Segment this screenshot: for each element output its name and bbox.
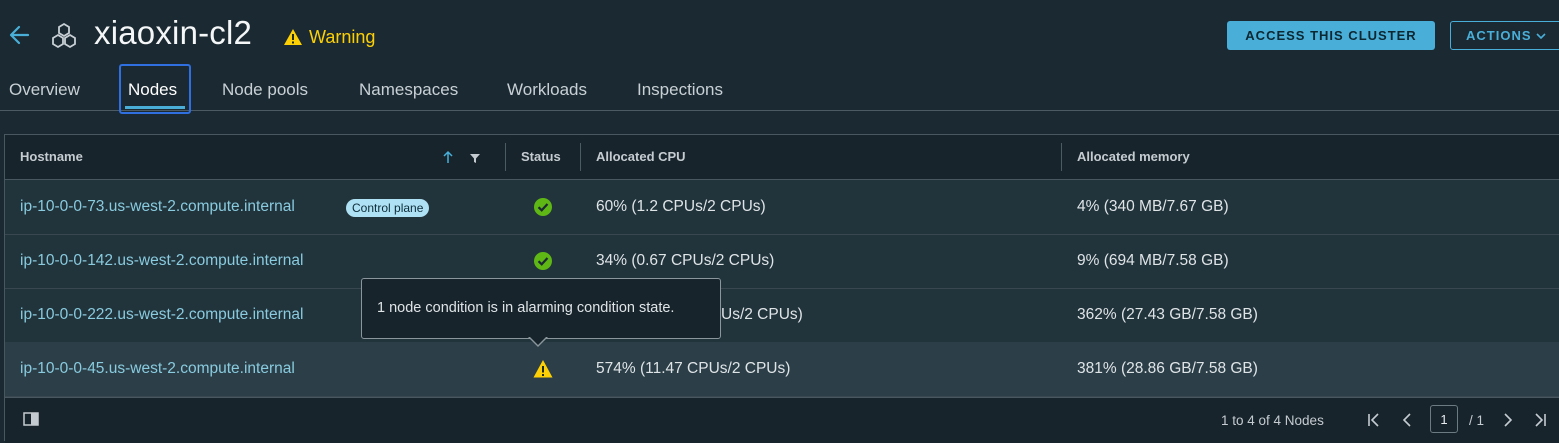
- back-arrow-icon[interactable]: [8, 20, 32, 50]
- column-header-hostname[interactable]: Hostname: [20, 149, 83, 164]
- filter-icon[interactable]: [469, 152, 481, 164]
- allocated-cpu-value: Us/2 CPUs): [721, 306, 803, 323]
- first-page-icon[interactable]: [1365, 411, 1383, 429]
- hostname-link[interactable]: ip-10-0-0-73.us-west-2.compute.internal: [20, 198, 295, 216]
- previous-page-icon[interactable]: [1398, 411, 1416, 429]
- allocated-memory-value: 381% (28.86 GB/7.58 GB): [1077, 360, 1258, 377]
- cluster-icon: [52, 22, 76, 49]
- page-total: / 1: [1469, 413, 1485, 428]
- active-tab-indicator: [125, 106, 185, 109]
- tab-node-pools[interactable]: Node pools: [222, 80, 308, 100]
- allocated-cpu-value: 574% (11.47 CPUs/2 CPUs): [596, 360, 791, 377]
- status-label: Warning: [309, 26, 376, 47]
- sort-ascending-icon[interactable]: [442, 150, 454, 164]
- success-check-icon: [534, 252, 552, 270]
- page-number-input[interactable]: [1430, 405, 1458, 433]
- tab-workloads[interactable]: Workloads: [507, 80, 587, 100]
- success-check-icon: [534, 198, 552, 216]
- column-header-allocated-memory[interactable]: Allocated memory: [1077, 149, 1190, 164]
- column-separator[interactable]: [505, 143, 506, 171]
- table-header: Hostname Status Allocated CPU Allocated …: [5, 135, 1559, 180]
- page-header: xiaoxin-cl2 Warning ACCESS THIS CLUSTER …: [0, 0, 1559, 70]
- actions-label: ACTIONS: [1466, 28, 1532, 43]
- allocated-cpu-value: 34% (0.67 CPUs/2 CPUs): [596, 252, 775, 269]
- table-row[interactable]: ip-10-0-0-222.us-west-2.compute.internal…: [5, 288, 1559, 343]
- cluster-status: Warning: [283, 26, 375, 48]
- column-header-allocated-cpu[interactable]: Allocated CPU: [596, 149, 686, 164]
- last-page-icon[interactable]: [1531, 411, 1549, 429]
- next-page-icon[interactable]: [1499, 411, 1517, 429]
- hostname-link[interactable]: ip-10-0-0-45.us-west-2.compute.internal: [20, 360, 295, 378]
- warning-icon[interactable]: [533, 359, 553, 379]
- tooltip-arrow-inner: [529, 336, 547, 345]
- tab-nodes[interactable]: Nodes: [119, 64, 191, 114]
- allocated-memory-value: 4% (340 MB/7.67 GB): [1077, 198, 1229, 215]
- tab-namespaces[interactable]: Namespaces: [359, 80, 458, 100]
- table-row[interactable]: ip-10-0-0-142.us-west-2.compute.internal…: [5, 234, 1559, 289]
- table-footer: 1 to 4 of 4 Nodes / 1: [5, 397, 1559, 443]
- control-plane-badge: Control plane: [346, 199, 430, 217]
- access-cluster-button[interactable]: ACCESS THIS CLUSTER: [1227, 21, 1435, 50]
- nodes-table: Hostname Status Allocated CPU Allocated …: [4, 134, 1559, 443]
- tab-overview[interactable]: Overview: [9, 80, 80, 100]
- column-separator[interactable]: [580, 143, 581, 171]
- hostname-link[interactable]: ip-10-0-0-142.us-west-2.compute.internal: [20, 252, 303, 270]
- allocated-memory-value: 9% (694 MB/7.58 GB): [1077, 252, 1229, 269]
- page-title: xiaoxin-cl2: [94, 14, 253, 51]
- hostname-link[interactable]: ip-10-0-0-222.us-west-2.compute.internal: [20, 306, 303, 324]
- actions-button[interactable]: ACTIONS: [1450, 21, 1559, 50]
- column-separator[interactable]: [1061, 143, 1062, 171]
- column-header-status[interactable]: Status: [521, 149, 561, 164]
- tab-nodes-label: Nodes: [128, 80, 178, 99]
- allocated-cpu-value: 60% (1.2 CPUs/2 CPUs): [596, 198, 766, 215]
- table-row[interactable]: ip-10-0-0-73.us-west-2.compute.internal …: [5, 180, 1559, 235]
- pagination-range: 1 to 4 of 4 Nodes: [1221, 413, 1324, 428]
- allocated-memory-value: 362% (27.43 GB/7.58 GB): [1077, 306, 1258, 323]
- tab-inspections[interactable]: Inspections: [637, 80, 723, 100]
- status-tooltip: 1 node condition is in alarming conditio…: [361, 278, 721, 339]
- table-row[interactable]: ip-10-0-0-45.us-west-2.compute.internal …: [5, 342, 1559, 397]
- warning-icon: [284, 29, 302, 45]
- chevron-down-icon: [1535, 32, 1546, 39]
- column-toggle-icon[interactable]: [23, 412, 39, 426]
- tab-bar: Overview Nodes Node pools Namespaces Wor…: [0, 64, 1559, 114]
